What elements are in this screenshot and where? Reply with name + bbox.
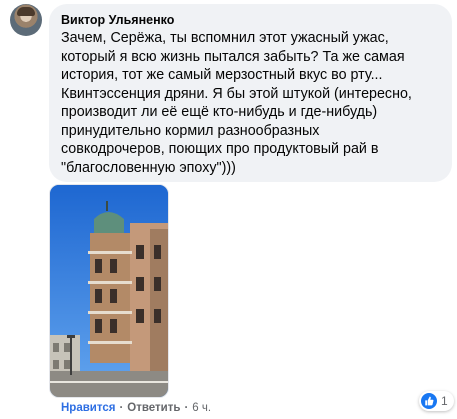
- comment-text: Зачем, Серёжа, ты вспомнил этот ужасный …: [61, 30, 412, 176]
- comment-bubble: Виктор Ульяненко Зачем, Серёжа, ты вспом…: [49, 4, 452, 182]
- like-icon: [421, 393, 437, 409]
- reply-button[interactable]: Ответить: [127, 402, 180, 414]
- reaction-count: 1: [441, 394, 448, 408]
- building-photo-icon: [50, 185, 168, 397]
- comment-author[interactable]: Виктор Ульяненко: [61, 13, 174, 27]
- like-button[interactable]: Нравится: [61, 402, 115, 414]
- reactions-badge[interactable]: 1: [419, 391, 454, 411]
- separator: ·: [184, 402, 189, 414]
- separator: ·: [119, 402, 124, 414]
- comment-timestamp[interactable]: 6 ч.: [192, 402, 211, 414]
- avatar[interactable]: [10, 4, 42, 36]
- comment-actions: Нравится · Ответить · 6 ч.: [61, 402, 211, 414]
- comment-photo[interactable]: [49, 184, 169, 398]
